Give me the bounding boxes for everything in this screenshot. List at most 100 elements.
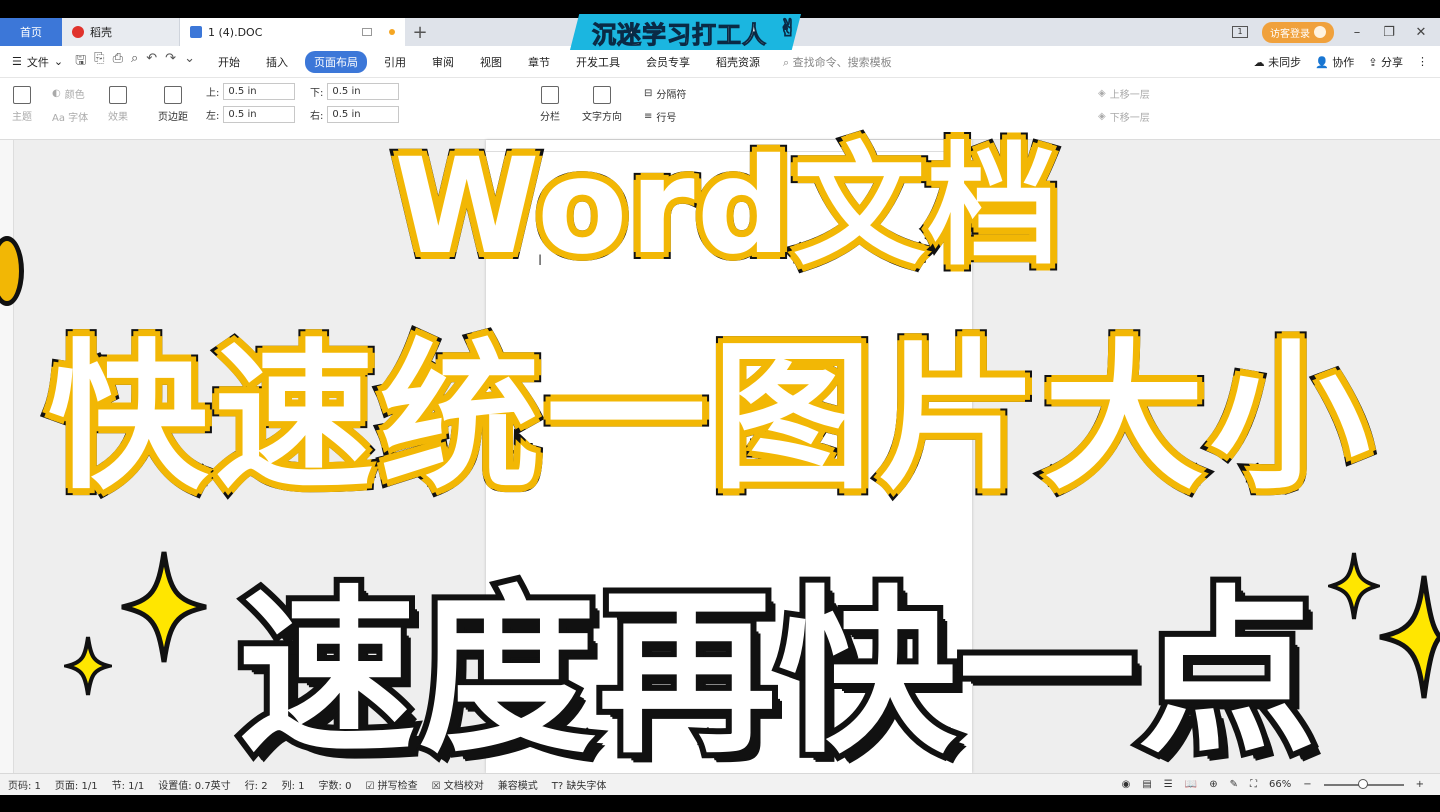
send-backward-button[interactable]: ◈ 下移一层 [1098,109,1150,124]
sparkle-small-icon [64,636,112,696]
status-pages[interactable]: 页面: 1/1 [55,777,98,792]
theme-icon [13,86,31,104]
hamburger-icon: ☰ [12,55,22,68]
guest-login-label: 访客登录 [1270,28,1310,40]
share-button[interactable]: ⇪ 分享 [1368,54,1403,70]
command-search-placeholder: 查找命令、搜索模板 [792,55,892,69]
more-options-icon[interactable]: ⋮ [1417,55,1428,68]
collaborate-label: 协作 [1332,55,1355,69]
breaks-icon: ⊟ [644,88,653,99]
palette-icon: ◐ [52,88,61,99]
breaks-button[interactable]: ⊟ 分隔符 [644,86,686,101]
sync-status-label: 未同步 [1268,55,1302,69]
tab-page-layout[interactable]: 页面布局 [304,50,367,73]
zoom-slider-knob[interactable] [1357,778,1368,789]
margin-bottom-label: 下: [310,88,324,99]
status-page-number[interactable]: 页码: 1 [8,777,41,792]
new-tab-button[interactable]: + [405,18,435,46]
margin-top-label: 上: [206,88,220,99]
font-label: Aa 字体 [52,113,89,124]
share-label: 分享 [1381,55,1403,69]
tab-daoke-resources[interactable]: 稻壳资源 [707,51,769,73]
sync-status-button[interactable]: ☁ 未同步 [1254,54,1302,70]
chevron-down-icon: ⌄ [53,55,64,68]
effect-label: 效果 [108,112,128,123]
menu-bar: ☰ 文件 ⌄ 🖫 ⎘ ⎙ ⌕ ↶ ↷ ⌄ 开始 插入 页面布局 引用 审阅 视图… [0,46,1440,78]
margin-right-label: 右: [310,111,324,122]
margin-bottom-input[interactable]: 0.5 in [327,83,400,100]
close-icon[interactable]: ✕ [1412,25,1430,40]
more-chevron-icon[interactable]: ⌄ [184,51,195,73]
collaborate-button[interactable]: 👤 协作 [1315,54,1354,70]
color-button[interactable]: ◐ 颜色 [52,86,85,101]
tab-chapter[interactable]: 章节 [519,51,559,73]
redo-icon[interactable]: ↷ [165,51,176,73]
tab-start[interactable]: 开始 [209,51,249,73]
effect-button[interactable]: 效果 [108,86,128,123]
channel-banner-text: 沉迷学习打工人 [592,20,767,49]
unsaved-dot-icon [389,29,395,35]
save-icon[interactable]: 🖫 [75,51,86,73]
undo-icon[interactable]: ↶ [146,51,157,73]
overlay-title-line2: 快速统一图片大小 [41,317,1377,518]
tab-view[interactable]: 视图 [471,51,511,73]
export-icon[interactable]: ⎘ [94,51,104,73]
tab-member[interactable]: 会员专享 [637,51,699,73]
page-indicator-icon[interactable]: 1 [1232,26,1248,38]
guest-login-button[interactable]: 访客登录 [1262,21,1334,43]
zoom-slider[interactable] [1323,778,1404,789]
tab-document[interactable]: 1 (4).DOC [180,18,405,46]
margins-label: 页边距 [158,112,188,123]
share-icon: ⇪ [1368,55,1381,69]
file-menu[interactable]: ☰ 文件 ⌄ [0,54,75,70]
tab-home[interactable]: 首页 [0,18,62,46]
effect-icon [109,86,127,104]
word-doc-icon [190,26,202,38]
font-button[interactable]: Aa 字体 [52,109,88,124]
send-backward-label: 下移一层 [1109,113,1150,124]
channel-banner: 沉迷学习打工人 ✌ [570,14,801,50]
tab-review[interactable]: 审阅 [423,51,463,73]
tab-daoke[interactable]: 稻壳 [62,18,180,46]
tab-references[interactable]: 引用 [375,51,415,73]
margin-bottom-field[interactable]: 下: 0.5 in [310,83,400,100]
vertical-ruler [0,140,14,773]
margin-left-input[interactable]: 0.5 in [223,106,296,123]
margin-top-field[interactable]: 上: 0.5 in [206,83,296,100]
monitor-icon [362,28,373,36]
margin-top-input[interactable]: 0.5 in [223,83,296,100]
bring-forward-button[interactable]: ◈ 上移一层 [1098,86,1150,101]
tab-developer[interactable]: 开发工具 [567,51,629,73]
status-setting-value[interactable]: 设置值: 0.7英寸 [158,777,230,792]
tab-insert[interactable]: 插入 [257,51,297,73]
send-backward-icon: ◈ [1098,111,1106,122]
sparkle-right-icon [1379,575,1440,699]
search-icon: ⌕ [782,55,790,69]
margin-left-field[interactable]: 左: 0.5 in [206,106,296,123]
user-icon: 👤 [1315,55,1333,69]
margin-right-field[interactable]: 右: 0.5 in [310,106,400,123]
margins-icon [164,86,182,104]
video-letterbox-bottom [0,795,1440,812]
restore-icon[interactable]: ❐ [1380,25,1398,40]
command-search-input[interactable]: ⌕ 查找命令、搜索模板 [783,54,892,70]
preview-icon[interactable]: ⌕ [131,51,138,73]
theme-label: 主题 [12,112,32,123]
file-menu-label: 文件 [26,55,49,69]
bring-forward-label: 上移一层 [1109,90,1150,101]
print-icon[interactable]: ⎙ [113,51,123,73]
avatar [1314,26,1326,38]
margin-right-input[interactable]: 0.5 in [327,106,400,123]
theme-button[interactable]: 主题 [12,86,32,123]
zoom-in-icon[interactable]: + [1416,779,1424,790]
bring-forward-icon: ◈ [1098,88,1106,99]
daoke-logo-icon [72,26,84,38]
margin-left-label: 左: [206,111,220,122]
sparkle-icon [121,551,207,663]
overlay-title-line1: Word文档 [387,123,1066,291]
minimize-icon[interactable]: – [1348,25,1366,40]
margins-button[interactable]: 页边距 [158,86,188,123]
color-label: 颜色 [64,90,85,101]
status-section[interactable]: 节: 1/1 [112,777,145,792]
quick-access-toolbar: 🖫 ⎘ ⎙ ⌕ ↶ ↷ ⌄ [75,51,195,73]
